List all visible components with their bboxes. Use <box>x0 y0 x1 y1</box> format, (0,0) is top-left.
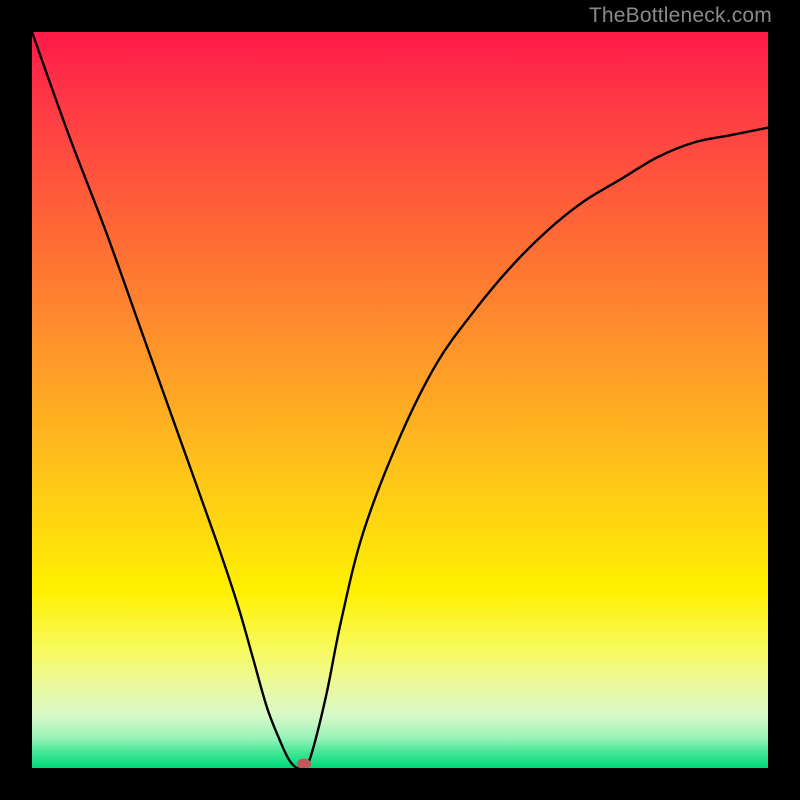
curve-svg <box>32 32 768 768</box>
chart-frame: TheBottleneck.com <box>0 0 800 800</box>
bottleneck-curve <box>32 32 768 768</box>
plot-area <box>32 32 768 768</box>
minimum-marker <box>297 759 311 768</box>
watermark-text: TheBottleneck.com <box>589 4 772 28</box>
